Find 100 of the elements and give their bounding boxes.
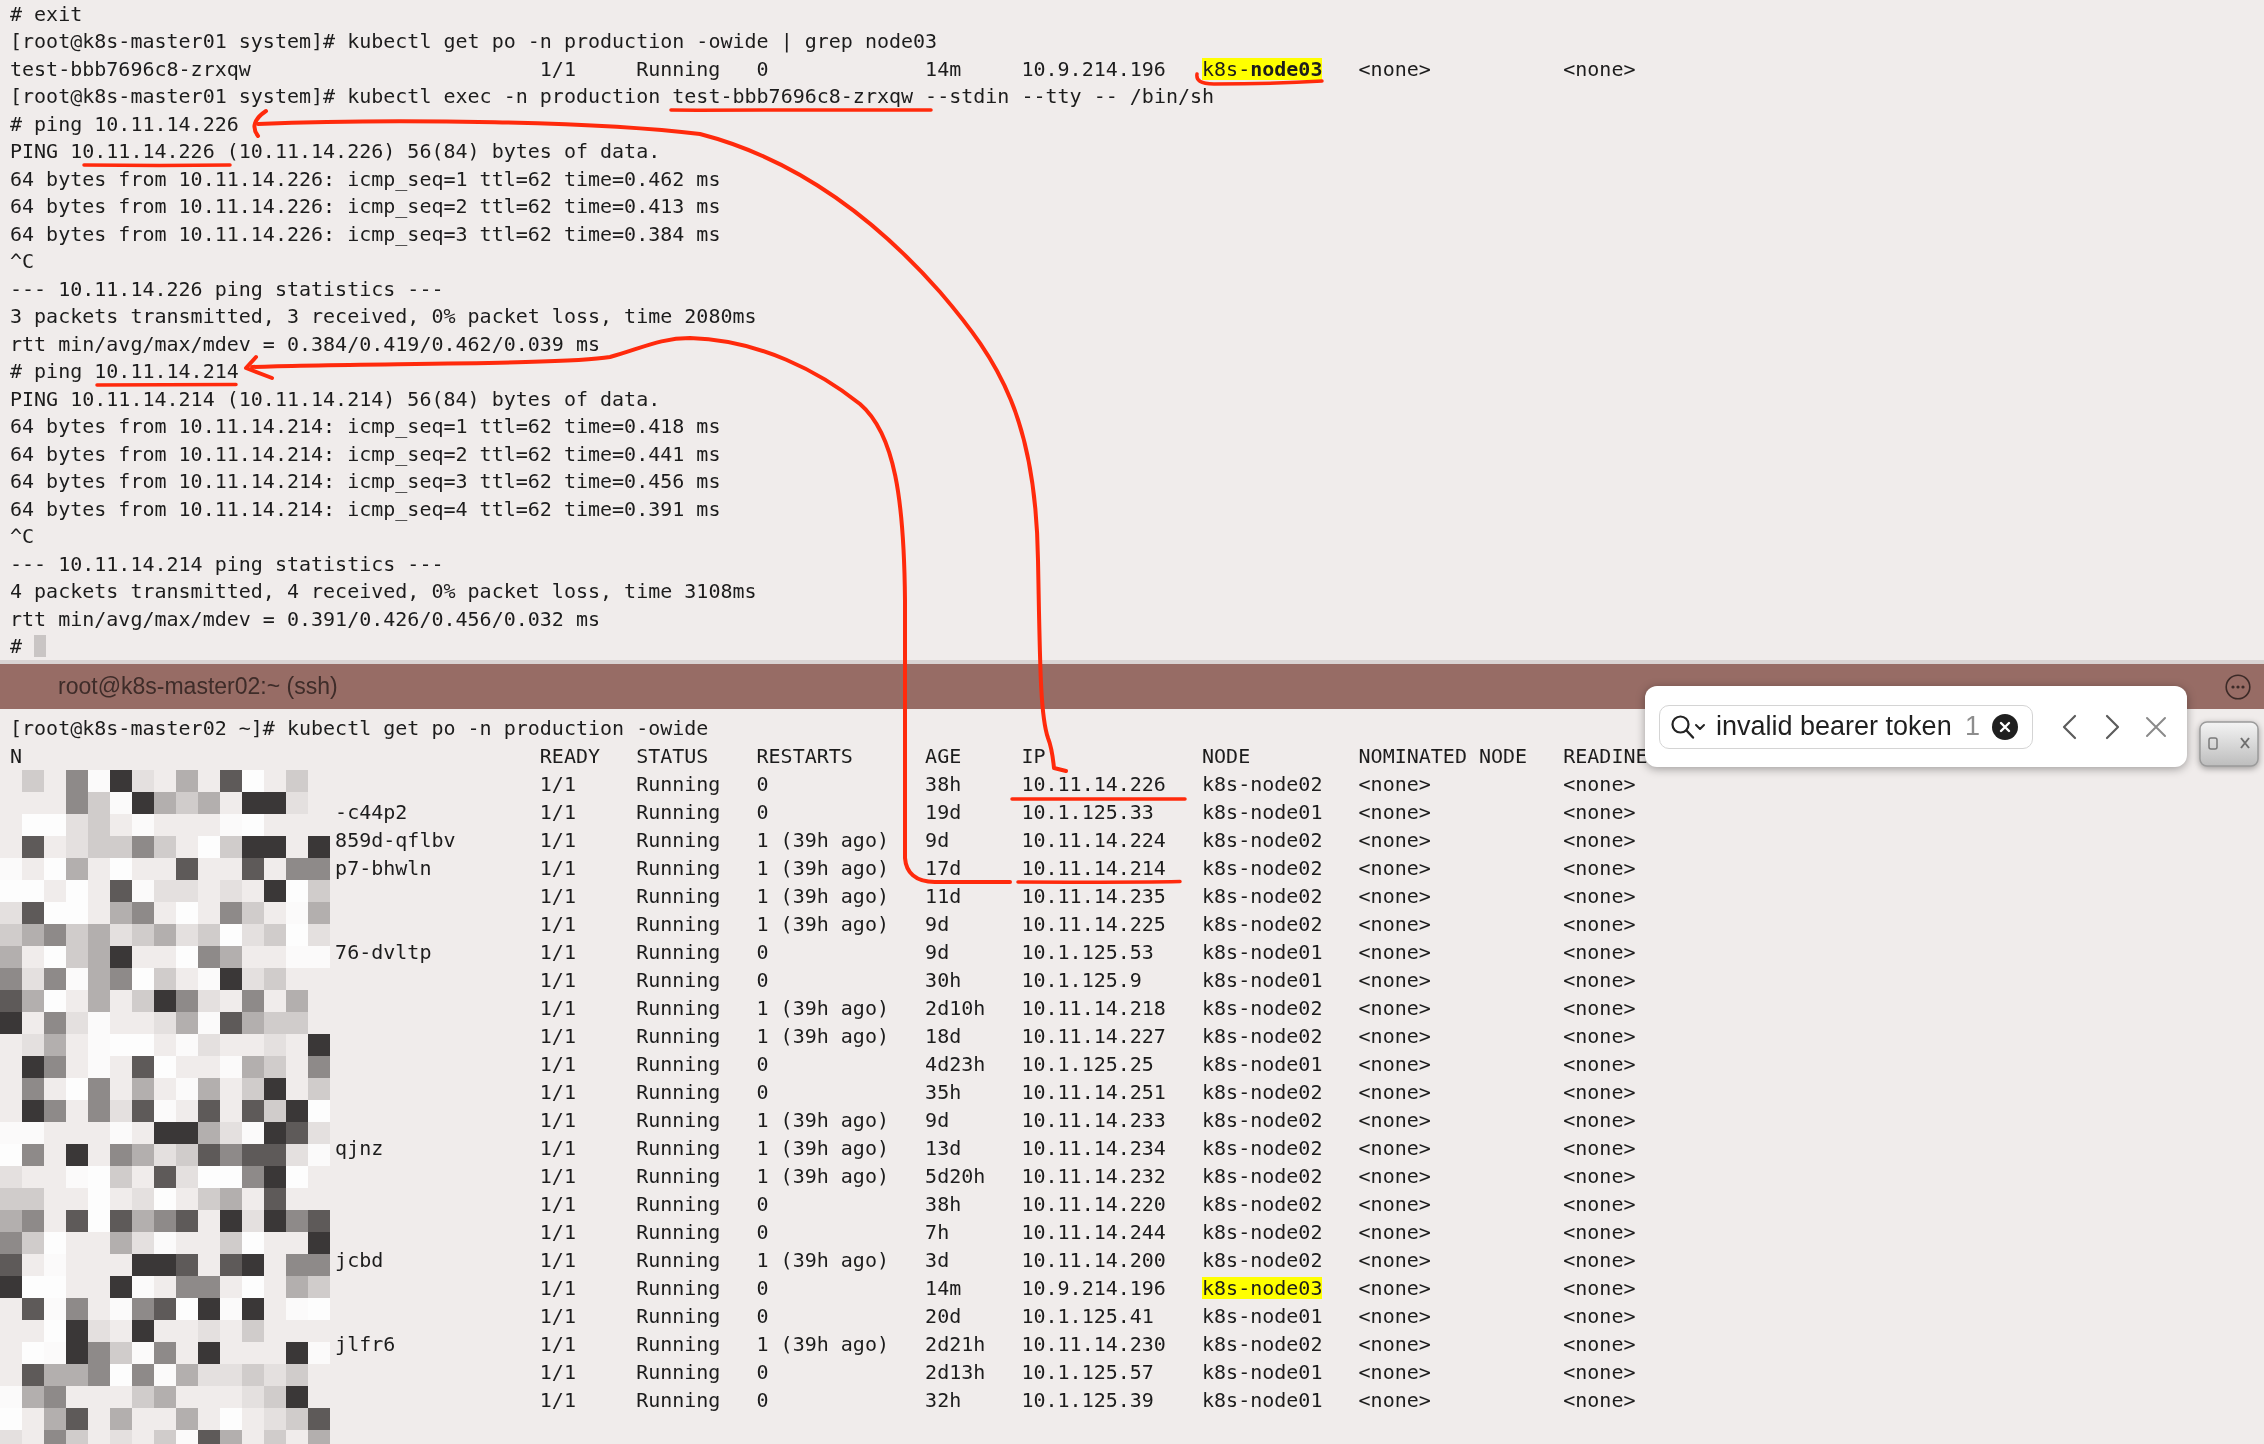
table-cell: <none>	[1358, 1333, 1431, 1355]
table-cell: <none>	[1563, 1081, 1636, 1103]
table-cell: <none>	[1563, 1333, 1636, 1355]
table-cell: Running	[636, 1277, 721, 1299]
column-header: NODE	[1202, 745, 1251, 767]
table-cell: 859d-qflbv	[335, 829, 456, 851]
table-cell: 20d	[925, 1305, 962, 1327]
clear-search-button[interactable]	[1992, 713, 2018, 740]
terminal-line: #	[10, 635, 23, 658]
table-cell: Running	[636, 913, 721, 935]
table-cell: 30h	[925, 969, 962, 991]
table-cell: 1/1	[539, 801, 576, 823]
table-cell: 10.1.125.9	[1021, 969, 1142, 991]
table-cell: 10.11.14.251	[1021, 1081, 1166, 1103]
table-cell: <none>	[1563, 1109, 1636, 1131]
table-cell: 1 (39h ago)	[756, 913, 889, 935]
table-cell: k8s-node02	[1202, 1333, 1323, 1355]
table-cell: k8s-node03	[1202, 1277, 1323, 1299]
table-cell: Running	[636, 1137, 721, 1159]
table-cell: k8s-node02	[1202, 829, 1323, 851]
table-cell: 10.11.14.218	[1021, 997, 1166, 1019]
table-cell: <none>	[1358, 801, 1431, 823]
table-cell: Running	[636, 997, 721, 1019]
table-cell: <none>	[1563, 1025, 1636, 1047]
table-cell: 1/1	[539, 829, 576, 851]
table-cell: 10.1.125.33	[1021, 801, 1154, 823]
table-cell: Running	[636, 829, 721, 851]
table-cell: <none>	[1563, 913, 1636, 935]
column-header: READINE	[1563, 745, 1648, 767]
terminal-line: [root@k8s-master01 system]# kubectl get po -n production -owide | grep node03	[10, 30, 938, 53]
table-cell: <none>	[1358, 57, 1431, 80]
table-cell: 10.11.14.244	[1021, 1221, 1166, 1243]
table-cell: <none>	[1358, 997, 1431, 1019]
window-tile-icon[interactable]	[2199, 721, 2259, 767]
table-cell: <none>	[1358, 1389, 1431, 1411]
table-cell: 1/1	[539, 1389, 576, 1411]
terminal-line: PING 10.11.14.226 (10.11.14.226) 56(84) bytes of data.	[10, 140, 661, 163]
table-cell: <none>	[1358, 913, 1431, 935]
table-cell: 1/1	[539, 997, 576, 1019]
table-cell: 1/1	[539, 941, 576, 963]
close-button[interactable]	[2145, 715, 2167, 738]
table-cell: 1/1	[539, 1081, 576, 1103]
table-cell: <none>	[1563, 57, 1636, 80]
previous-match-button[interactable]	[2061, 713, 2077, 740]
table-cell: 0	[756, 1081, 769, 1103]
table-cell: 35h	[925, 1081, 962, 1103]
table-cell: 1 (39h ago)	[756, 885, 889, 907]
table-cell: 76-dvltp	[335, 941, 432, 963]
table-cell: <none>	[1358, 1053, 1431, 1075]
table-cell: <none>	[1563, 773, 1636, 795]
table-cell: 0	[756, 941, 769, 963]
table-cell: 10.1.125.39	[1021, 1389, 1154, 1411]
table-cell: 1 (39h ago)	[756, 1165, 889, 1187]
table-cell: Running	[636, 969, 721, 991]
table-cell: 2d13h	[925, 1361, 986, 1383]
terminal-line: ^C	[10, 525, 35, 548]
table-cell: k8s-node02	[1202, 773, 1323, 795]
table-cell: 1 (39h ago)	[756, 997, 889, 1019]
table-cell: Running	[636, 885, 721, 907]
table-cell: <none>	[1358, 857, 1431, 879]
table-cell: 10.1.125.53	[1021, 941, 1154, 963]
terminal-line: 4 packets transmitted, 4 received, 0% packet loss, time 3108ms	[10, 580, 757, 603]
table-cell: <none>	[1563, 1137, 1636, 1159]
table-cell: jcbd	[335, 1249, 384, 1271]
table-cell: Running	[636, 1221, 721, 1243]
terminal-line: 64 bytes from 10.11.14.214: icmp_seq=2 ttl=62 time=0.441 ms	[10, 442, 721, 465]
table-cell: 9d	[925, 913, 950, 935]
table-cell: 18d	[925, 1025, 962, 1047]
table-cell: <none>	[1358, 1361, 1431, 1383]
table-cell: 2d21h	[925, 1333, 986, 1355]
table-cell: 10.9.214.196	[1021, 1277, 1166, 1299]
table-cell: qjnz	[335, 1137, 384, 1159]
table-cell: <none>	[1563, 1277, 1636, 1299]
table-cell: k8s-node02	[1202, 857, 1323, 879]
table-cell: <none>	[1563, 1305, 1636, 1327]
table-cell: k8s-node02	[1202, 1221, 1323, 1243]
clear-icon	[1992, 713, 2018, 740]
table-cell: Running	[636, 1305, 721, 1327]
terminal-line: [root@k8s-master01 system]# kubectl exec -n production test-bbb7696c8-zrxqw --stdin --tty -- /bin/sh	[10, 85, 1215, 108]
table-cell: k8s-node01	[1202, 801, 1323, 823]
table-cell: <none>	[1358, 1081, 1431, 1103]
search-field[interactable]: invalid bearer token 1	[1659, 704, 2033, 749]
table-cell: 10.1.125.57	[1021, 1361, 1154, 1383]
more-icon[interactable]	[2225, 673, 2251, 700]
table-cell: 1 (39h ago)	[756, 1249, 889, 1271]
table-cell: 1 (39h ago)	[756, 1333, 889, 1355]
terminal-line: 64 bytes from 10.11.14.226: icmp_seq=3 ttl=62 time=0.384 ms	[10, 222, 721, 245]
table-cell: 1/1	[539, 857, 576, 879]
terminal-line: rtt min/avg/max/mdev = 0.384/0.419/0.462/0.039 ms	[10, 332, 600, 355]
table-cell: <none>	[1358, 1025, 1431, 1047]
next-match-button[interactable]	[2105, 713, 2121, 740]
table-cell: <none>	[1358, 1137, 1431, 1159]
table-cell: <none>	[1563, 1053, 1636, 1075]
table-cell: 0	[756, 1053, 769, 1075]
table-cell: 3d	[925, 1249, 950, 1271]
column-header: N	[10, 745, 23, 767]
table-cell: 10.11.14.233	[1021, 1109, 1166, 1131]
table-cell: k8s-node02	[1202, 1025, 1323, 1047]
terminal-line: rtt min/avg/max/mdev = 0.391/0.426/0.456/0.032 ms	[10, 607, 600, 630]
column-header: NOMINATED NODE	[1358, 745, 1528, 767]
